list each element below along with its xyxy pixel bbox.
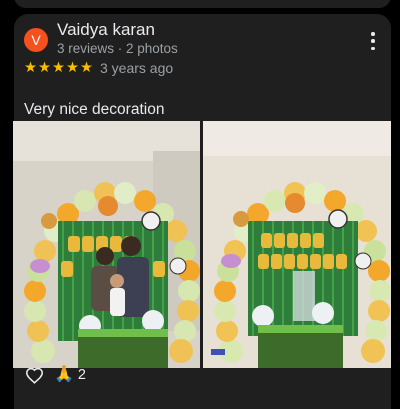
reviewer-avatar[interactable]: V xyxy=(24,28,48,52)
star-icon: ★ xyxy=(80,60,93,76)
heart-outline-icon[interactable] xyxy=(24,365,44,385)
thanks-count: 2 xyxy=(77,367,86,383)
reviewer-name[interactable]: Vaidya karan xyxy=(57,20,155,40)
review-photo-2[interactable] xyxy=(203,121,391,368)
star-icon: ★ xyxy=(24,60,37,76)
review-text: Very nice decoration xyxy=(24,101,165,118)
review-actions: 🙏 2 xyxy=(24,364,86,386)
star-icon: ★ xyxy=(52,60,65,76)
reviewer-meta: 3 reviews · 2 photos xyxy=(57,41,178,56)
star-rating: ★ ★ ★ ★ ★ xyxy=(24,60,93,76)
review-card: V Vaidya karan 3 reviews · 2 photos ★ ★ … xyxy=(13,14,391,409)
review-photo-1[interactable] xyxy=(13,121,200,368)
review-time: 3 years ago xyxy=(100,60,174,76)
star-icon: ★ xyxy=(66,60,79,76)
more-options-icon[interactable] xyxy=(367,32,379,50)
avatar-initial: V xyxy=(31,32,41,48)
folded-hands-icon: 🙏 xyxy=(54,366,74,383)
thanks-button[interactable]: 🙏 2 xyxy=(54,366,86,384)
previous-card-edge xyxy=(0,0,400,10)
star-icon: ★ xyxy=(38,60,51,76)
rating-row: ★ ★ ★ ★ ★ 3 years ago xyxy=(24,60,173,76)
